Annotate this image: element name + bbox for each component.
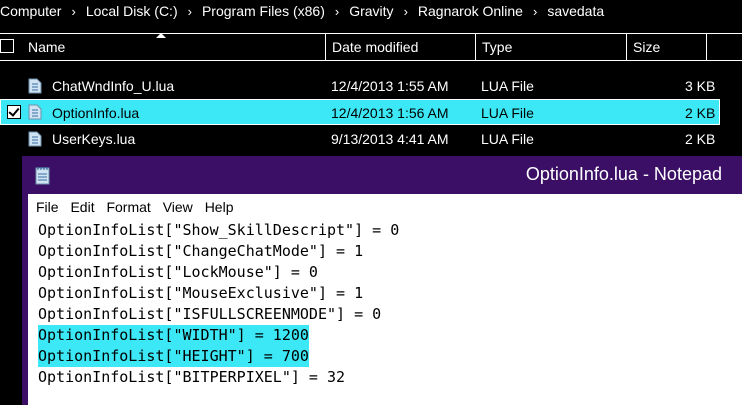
file-size: 3 KB — [685, 78, 716, 94]
text-line: OptionInfoList["MouseExclusive"] = 1 — [38, 284, 364, 302]
breadcrumb-chevron-icon[interactable]: › — [71, 4, 75, 19]
file-type: LUA File — [481, 78, 534, 94]
column-header-type[interactable]: Type — [475, 34, 626, 60]
lua-file-icon — [28, 131, 42, 147]
notepad-text-area[interactable]: OptionInfoList["Show_SkillDescript"] = 0… — [28, 220, 742, 405]
file-type: LUA File — [481, 105, 534, 121]
column-header-name[interactable]: Name — [22, 34, 325, 60]
column-header-date[interactable]: Date modified — [325, 34, 475, 60]
row-checkbox-checked[interactable] — [7, 105, 21, 119]
breadcrumb-savedata[interactable]: savedata — [547, 3, 604, 19]
file-name: UserKeys.lua — [52, 131, 136, 147]
column-header-size[interactable]: Size — [626, 34, 706, 60]
lua-file-icon — [28, 104, 42, 120]
file-name: OptionInfo.lua — [52, 105, 140, 121]
text-line: OptionInfoList["ChangeChatMode"] = 1 — [38, 242, 364, 260]
breadcrumb-program-files[interactable]: Program Files (x86) — [202, 3, 325, 19]
file-size: 2 KB — [685, 131, 716, 147]
file-date: 9/13/2013 4:41 AM — [331, 131, 449, 147]
menu-edit[interactable]: Edit — [70, 194, 94, 220]
text-line: OptionInfoList["Show_SkillDescript"] = 0 — [38, 221, 400, 239]
select-all-checkbox[interactable] — [0, 39, 14, 53]
file-row[interactable]: ChatWndInfo_U.lua 12/4/2013 1:55 AM LUA … — [0, 73, 720, 99]
breadcrumb-chevron-icon[interactable]: › — [335, 4, 339, 19]
menu-format[interactable]: Format — [106, 194, 150, 220]
notepad-title: OptionInfo.lua - Notepad — [525, 164, 722, 184]
menu-help[interactable]: Help — [205, 194, 234, 220]
file-size: 2 KB — [685, 105, 716, 121]
breadcrumb-gravity[interactable]: Gravity — [349, 3, 393, 19]
breadcrumb-chevron-icon[interactable]: › — [533, 4, 537, 19]
notepad-window: OptionInfo.lua - Notepad File Edit Forma… — [22, 156, 742, 405]
menu-file[interactable]: File — [36, 194, 59, 220]
file-row-selected[interactable]: OptionInfo.lua 12/4/2013 1:56 AM LUA Fil… — [0, 99, 720, 125]
text-line: OptionInfoList["ISFULLSCREENMODE"] = 0 — [38, 305, 382, 323]
text-line: OptionInfoList["LockMouse"] = 0 — [38, 263, 318, 281]
notepad-menubar: File Edit Format View Help — [28, 194, 742, 220]
text-line: OptionInfoList["BITPERPIXEL"] = 32 — [38, 368, 346, 386]
breadcrumb-local-disk[interactable]: Local Disk (C:) — [86, 3, 178, 19]
breadcrumb-ragnarok-online[interactable]: Ragnarok Online — [418, 3, 523, 19]
breadcrumb: Computer › Local Disk (C:) › Program Fil… — [0, 0, 742, 22]
breadcrumb-chevron-icon[interactable]: › — [404, 4, 408, 19]
column-header-extra[interactable] — [706, 34, 742, 60]
menu-view[interactable]: View — [163, 194, 193, 220]
notepad-icon — [35, 167, 50, 185]
text-line-selected: OptionInfoList["HEIGHT"] = 700 — [38, 346, 309, 367]
file-type: LUA File — [481, 131, 534, 147]
breadcrumb-computer[interactable]: Computer — [0, 3, 61, 19]
column-header: Name Date modified Type Size — [0, 33, 742, 61]
notepad-titlebar[interactable]: OptionInfo.lua - Notepad — [22, 156, 742, 194]
lua-file-icon — [28, 78, 42, 94]
file-row[interactable]: UserKeys.lua 9/13/2013 4:41 AM LUA File … — [0, 126, 720, 152]
file-name: ChatWndInfo_U.lua — [52, 78, 175, 94]
file-date: 12/4/2013 1:55 AM — [331, 78, 449, 94]
text-line-selected: OptionInfoList["WIDTH"] = 1200 — [38, 325, 309, 346]
file-date: 12/4/2013 1:56 AM — [331, 105, 449, 121]
breadcrumb-chevron-icon[interactable]: › — [188, 4, 192, 19]
